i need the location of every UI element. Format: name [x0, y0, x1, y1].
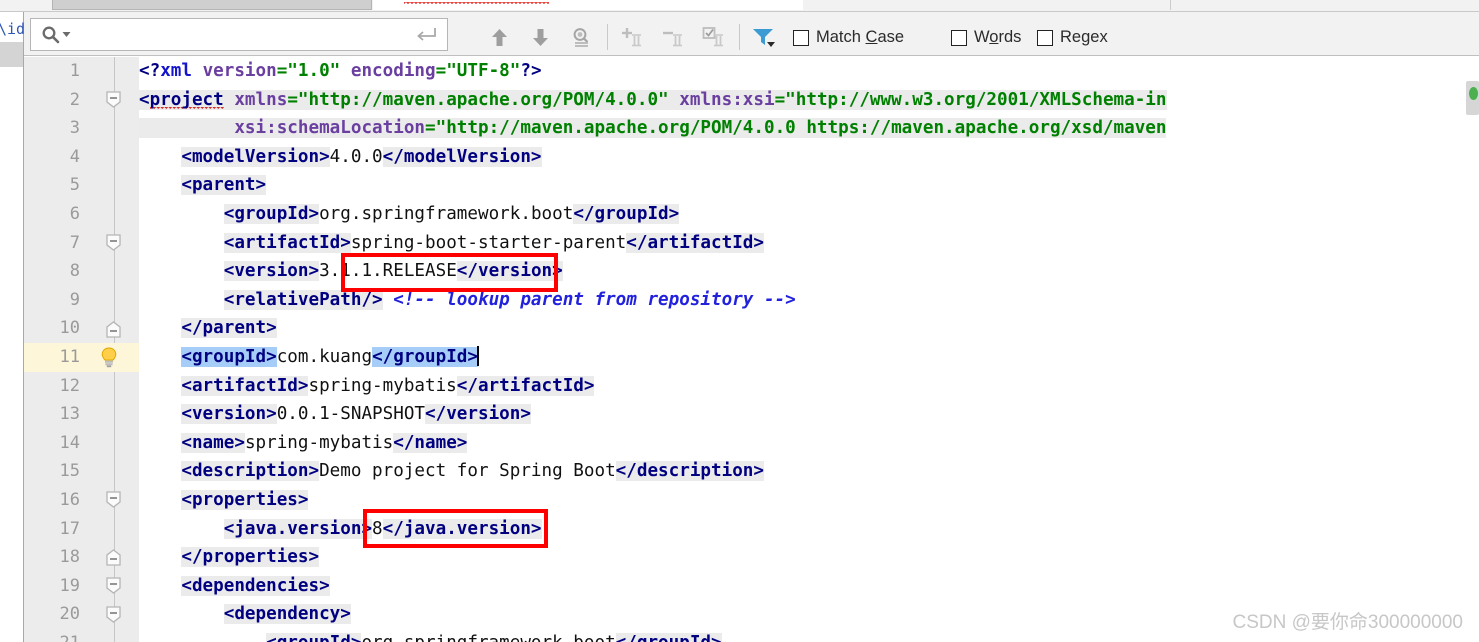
line-number: 17 — [59, 518, 80, 539]
enter-return-icon[interactable] — [415, 27, 437, 43]
line-number: 7 — [69, 232, 80, 253]
line-number: 8 — [69, 261, 80, 282]
code-line-6: <groupId>org.springframework.boot</group… — [223, 204, 680, 224]
regex-checkbox[interactable] — [1037, 29, 1053, 46]
code-line-4: <modelVersion>4.0.0</modelVersion> — [181, 146, 542, 167]
text-caret — [477, 346, 479, 366]
code-line-5: <parent> — [181, 175, 267, 196]
line-number: 2 — [69, 89, 80, 110]
fold-marker-collapse[interactable] — [106, 577, 121, 594]
words-checkbox[interactable] — [951, 29, 967, 46]
fold-marker-collapse[interactable] — [106, 491, 121, 508]
search-field-wrapper[interactable] — [30, 18, 448, 51]
line-number: 13 — [59, 404, 80, 425]
code-line-15: <description>Demo project for Spring Boo… — [181, 461, 764, 482]
line-number: 6 — [69, 204, 80, 224]
fold-marker-collapse[interactable] — [106, 606, 121, 623]
code-line-13: <version>0.0.1-SNAPSHOT</version> — [181, 404, 531, 425]
remove-occurrence-button[interactable] — [657, 24, 687, 50]
match-case-label: Match Case — [816, 28, 905, 46]
fold-marker-region-end[interactable] — [106, 549, 121, 566]
path-fragment-text: \id — [0, 20, 26, 38]
code-line-10: </parent> — [181, 318, 277, 339]
option-words[interactable]: Words — [951, 28, 1021, 47]
left-edge-strip: \id — [0, 12, 26, 642]
search-input[interactable] — [71, 19, 415, 50]
code-line-9: <relativePath/> <!-- lookup parent from … — [223, 289, 796, 310]
toolbar-divider-1 — [607, 24, 608, 50]
ide-window: \id Match Case Words Regex 1 2 3 4 5 6 7… — [0, 0, 1479, 642]
left-edge-shade — [0, 42, 23, 67]
match-case-checkbox[interactable] — [793, 29, 809, 46]
line-number: 9 — [69, 289, 80, 310]
code-line-18: </properties> — [181, 547, 320, 568]
window-top-chrome-strip — [0, 0, 1479, 12]
spell-error-squiggle — [404, 2, 549, 7]
code-line-8: <version>3.1.1.RELEASE</version> — [223, 261, 563, 282]
line-number: 20 — [59, 604, 80, 625]
line-number: 10 — [59, 318, 80, 339]
code-line-17: <java.version>8</java.version> — [223, 518, 542, 539]
line-number: 15 — [59, 461, 80, 482]
left-edge-shade-lower — [0, 67, 23, 642]
code-line-19: <dependencies> — [181, 575, 330, 596]
line-number: 12 — [59, 375, 80, 396]
toolbar-divider-2 — [739, 24, 740, 50]
find-toolbar: Match Case Words Regex — [24, 12, 1479, 56]
line-number: 5 — [69, 175, 80, 196]
line-number: 18 — [59, 547, 80, 568]
toolbar-chip-white-b — [590, 0, 800, 10]
chevron-down-icon — [62, 32, 71, 37]
code-line-2: <project xmlns="http://maven.apache.org/… — [139, 86, 1167, 115]
add-occurrence-button[interactable] — [616, 24, 646, 50]
code-line-21: <groupId>org.springframework.boot</group… — [139, 629, 722, 642]
code-line-16: <properties> — [181, 490, 309, 510]
select-all-occurrences-button[interactable] — [698, 24, 728, 50]
search-icon[interactable] — [41, 25, 71, 44]
line-number: 21 — [24, 629, 80, 642]
code-line-14: <name>spring-mybatis</name> — [181, 432, 468, 453]
inspection-status-ok-icon — [1469, 87, 1478, 100]
option-match-case[interactable]: Match Case — [793, 28, 904, 47]
words-label: Words — [974, 28, 1022, 46]
fold-marker-region-end[interactable] — [106, 321, 121, 338]
code-line-1: <?xml version="1.0" encoding="UTF-8"?> — [139, 61, 542, 81]
fold-marker-collapse[interactable] — [106, 234, 121, 251]
filter-icon[interactable] — [749, 24, 779, 50]
option-regex[interactable]: Regex — [1037, 28, 1108, 47]
line-number: 3 — [69, 118, 80, 139]
intention-bulb-icon[interactable] — [98, 346, 120, 368]
toolbar-chip-gray — [52, 0, 372, 10]
code-line-20: <dependency> — [223, 604, 351, 625]
line-number: 4 — [69, 146, 80, 167]
find-previous-button[interactable] — [484, 24, 514, 50]
csdn-watermark: CSDN @要你命300000000 — [1232, 612, 1463, 633]
regex-label: Regex — [1060, 28, 1108, 46]
line-number: 14 — [59, 432, 80, 453]
line-number: 11 — [59, 347, 80, 367]
code-line-12: <artifactId>spring-mybatis</artifactId> — [181, 375, 595, 396]
code-line-3: xsi:schemaLocation="http://maven.apache.… — [139, 114, 1167, 143]
find-next-button[interactable] — [525, 24, 555, 50]
fold-marker-collapse[interactable] — [106, 91, 121, 108]
find-all-button[interactable] — [566, 24, 596, 50]
code-line-11: <groupId>com.kuang</groupId> — [181, 346, 479, 367]
line-number: 16 — [59, 490, 80, 510]
code-line-7: <artifactId>spring-boot-starter-parent</… — [223, 232, 764, 253]
line-number: 19 — [59, 575, 80, 596]
toolbar-chip-right — [1170, 0, 1479, 10]
code-editor[interactable]: 1 2 3 4 5 6 7 8 9 10 11 12 13 14 15 16 1… — [24, 57, 1479, 642]
code-text-area[interactable]: <?xml version="1.0" encoding="UTF-8"?> <… — [139, 57, 1479, 642]
line-number: 1 — [69, 61, 80, 81]
